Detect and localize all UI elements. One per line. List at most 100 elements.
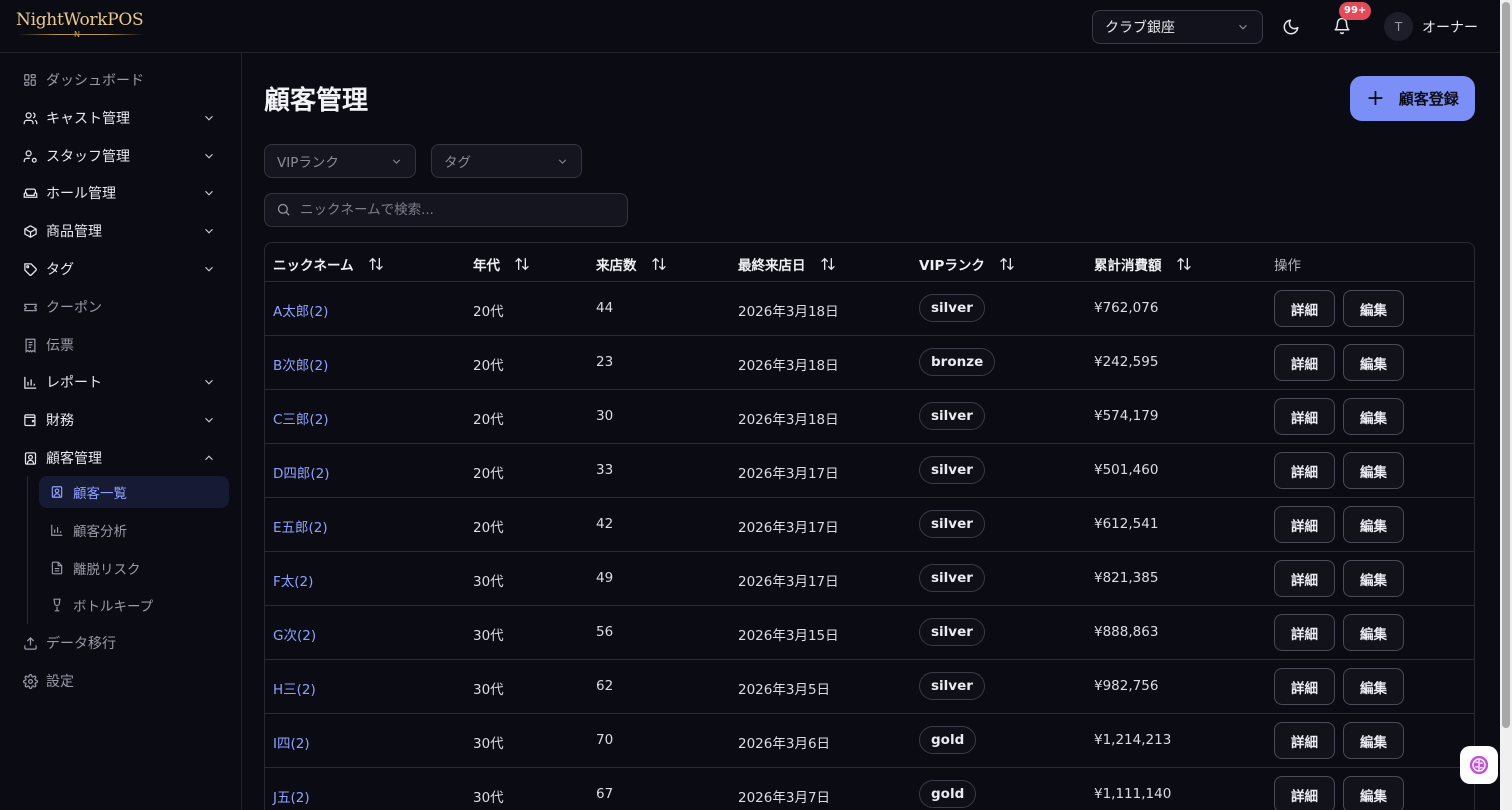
sidebar-item-settings[interactable]: 設定 <box>16 666 228 696</box>
customer-age: 30代 <box>473 628 504 644</box>
theme-toggle-button[interactable] <box>1277 13 1305 41</box>
detail-button[interactable]: 詳細 <box>1274 722 1335 759</box>
sort-icon <box>820 257 835 271</box>
chevron-down-icon <box>205 266 213 272</box>
customer-nickname-link[interactable]: I四(2) <box>273 732 310 752</box>
edit-button[interactable]: 編集 <box>1343 722 1404 759</box>
sidebar-subitem-churn-risk[interactable]: 離脱リスク <box>39 552 229 584</box>
detail-button[interactable]: 詳細 <box>1274 668 1335 705</box>
edit-button[interactable]: 編集 <box>1343 398 1404 435</box>
customer-nickname-link[interactable]: H三(2) <box>273 678 316 698</box>
sidebar-subitem-label: ボトルキープ <box>73 599 154 615</box>
sidebar-item-slips[interactable]: 伝票 <box>16 330 228 360</box>
edit-button[interactable]: 編集 <box>1343 452 1404 489</box>
sidebar-item-finance[interactable]: 財務 <box>16 405 228 435</box>
column-header-label: 最終来店日 <box>738 258 806 274</box>
user-role-label[interactable]: オーナー <box>1422 17 1478 37</box>
detail-button[interactable]: 詳細 <box>1274 290 1335 327</box>
sidebar-item-label: 伝票 <box>46 338 74 354</box>
sofa-icon <box>22 185 38 201</box>
detail-button[interactable]: 詳細 <box>1274 452 1335 489</box>
sidebar-item-cast[interactable]: キャスト管理 <box>16 103 228 133</box>
add-customer-button[interactable]: + 顧客登録 <box>1350 76 1475 121</box>
vip-rank-badge: silver <box>919 672 985 700</box>
sidebar-subitem-customer-analysis[interactable]: 顧客分析 <box>39 514 229 546</box>
sort-icon <box>515 257 529 271</box>
column-header-label: 年代 <box>473 258 500 274</box>
sidebar: ダッシュボード キャスト管理 スタッフ管理 ホール管理 商品管理 タグ クーポン… <box>0 53 242 810</box>
chevron-down-icon <box>558 159 567 164</box>
customer-age: 20代 <box>473 466 504 482</box>
customer-last-visit: 2026年3月6日 <box>738 736 831 752</box>
edit-button[interactable]: 編集 <box>1343 290 1404 327</box>
sidebar-item-hall[interactable]: ホール管理 <box>16 178 228 208</box>
edit-button[interactable]: 編集 <box>1343 668 1404 705</box>
edit-button[interactable]: 編集 <box>1343 344 1404 381</box>
sidebar-subitem-customer-list[interactable]: 顧客一覧 <box>39 476 229 508</box>
table-header: ニックネーム 年代 来店数 最終来店日 VIPランク 累計消費額 操作 <box>265 243 1474 282</box>
customer-nickname-link[interactable]: C三郎(2) <box>273 408 329 428</box>
customer-visits: 42 <box>596 516 614 532</box>
edit-button[interactable]: 編集 <box>1343 614 1404 651</box>
sidebar-subitem-bottle-keep[interactable]: ボトルキープ <box>39 589 229 621</box>
column-header-total-spent[interactable]: 累計消費額 <box>1094 254 1192 274</box>
chevron-down-icon <box>205 228 213 234</box>
edit-button[interactable]: 編集 <box>1343 560 1404 597</box>
detail-button[interactable]: 詳細 <box>1274 506 1335 543</box>
tag-filter[interactable]: タグ <box>431 144 582 178</box>
sidebar-item-products[interactable]: 商品管理 <box>16 216 228 246</box>
sidebar-item-label: 設定 <box>46 674 74 690</box>
column-header-age[interactable]: 年代 <box>473 254 530 274</box>
vip-rank-badge: silver <box>919 564 985 592</box>
customer-last-visit: 2026年3月18日 <box>738 412 839 428</box>
sidebar-item-reports[interactable]: レポート <box>16 367 228 397</box>
sidebar-item-staff[interactable]: スタッフ管理 <box>16 141 228 171</box>
detail-button[interactable]: 詳細 <box>1274 560 1335 597</box>
edit-button[interactable]: 編集 <box>1343 776 1404 810</box>
customer-nickname-link[interactable]: A太郎(2) <box>273 300 328 320</box>
customer-table: ニックネーム 年代 来店数 最終来店日 VIPランク 累計消費額 操作 A太郎(… <box>264 242 1475 810</box>
tag-icon <box>22 261 38 277</box>
store-select[interactable]: クラブ銀座 <box>1092 10 1263 44</box>
sidebar-item-coupons[interactable]: クーポン <box>16 292 228 322</box>
customer-nickname-link[interactable]: E五郎(2) <box>273 516 328 536</box>
customer-visits: 33 <box>596 462 614 478</box>
sidebar-item-label: ダッシュボード <box>46 73 144 89</box>
avatar[interactable]: T <box>1384 12 1413 41</box>
column-header-last-visit[interactable]: 最終来店日 <box>738 254 836 274</box>
sidebar-item-tags[interactable]: タグ <box>16 254 228 284</box>
detail-button[interactable]: 詳細 <box>1274 776 1335 810</box>
column-header-label: 累計消費額 <box>1094 258 1162 274</box>
sidebar-item-data-migration[interactable]: データ移行 <box>16 628 228 658</box>
customer-nickname-link[interactable]: F太(2) <box>273 570 313 590</box>
customer-visits: 62 <box>596 678 614 694</box>
column-header-nickname[interactable]: ニックネーム <box>273 254 384 274</box>
bar-chart-icon <box>49 522 65 538</box>
customer-age: 30代 <box>473 574 504 590</box>
detail-button[interactable]: 詳細 <box>1274 344 1335 381</box>
table-row: G次(2) 30代 56 2026年3月15日 silver ¥888,863 詳細 編集 <box>265 606 1474 660</box>
customer-nickname-link[interactable]: B次郎(2) <box>273 354 328 374</box>
detail-button[interactable]: 詳細 <box>1274 614 1335 651</box>
customer-total-spent: ¥501,460 <box>1094 462 1159 478</box>
sidebar-item-dashboard[interactable]: ダッシュボード <box>16 65 228 95</box>
customer-nickname-link[interactable]: D四郎(2) <box>273 462 330 482</box>
assistant-button[interactable] <box>1460 746 1498 784</box>
customer-age: 20代 <box>473 304 504 320</box>
detail-button[interactable]: 詳細 <box>1274 398 1335 435</box>
sidebar-item-label: 顧客管理 <box>46 451 102 467</box>
chevron-down-icon <box>205 379 213 385</box>
vip-rank-filter[interactable]: VIPランク <box>264 144 416 178</box>
column-header-visits[interactable]: 来店数 <box>596 254 667 274</box>
search-input[interactable] <box>300 202 610 218</box>
edit-button[interactable]: 編集 <box>1343 506 1404 543</box>
customer-nickname-link[interactable]: G次(2) <box>273 624 316 644</box>
customer-nickname-link[interactable]: J五(2) <box>273 786 310 806</box>
column-header-vip-rank[interactable]: VIPランク <box>919 254 1015 274</box>
page-scrollbar-thumb[interactable] <box>1502 2 1510 728</box>
sidebar-item-customers[interactable]: 顧客管理 <box>16 443 228 473</box>
contact-icon <box>49 484 65 500</box>
submenu-guide-line <box>27 476 28 624</box>
vip-rank-badge: gold <box>919 726 977 754</box>
app-logo[interactable]: NightWorkPOS N <box>16 10 146 42</box>
